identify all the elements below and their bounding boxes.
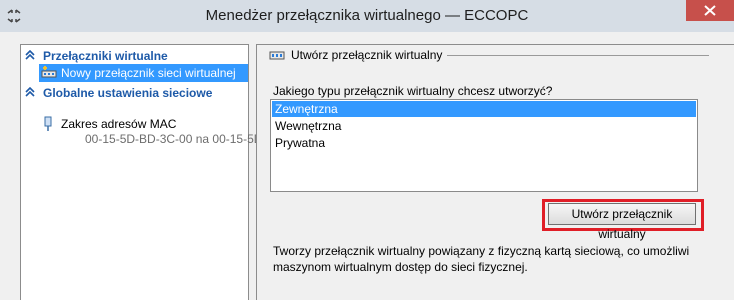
close-button[interactable]	[686, 0, 734, 21]
sidebar-item-mac-address-range[interactable]: Zakres adresów MAC	[39, 115, 248, 133]
section-header-virtual-switches[interactable]: Przełączniki wirtualne	[21, 48, 248, 64]
section-header-global-network-settings[interactable]: Globalne ustawienia sieciowe	[21, 85, 248, 101]
sidebar: Przełączniki wirtualne Nowy przełącznik …	[20, 44, 276, 300]
switch-type-listbox[interactable]: Zewnętrzna Wewnętrzna Prywatna	[270, 99, 698, 192]
create-virtual-switch-button[interactable]: Utwórz przełącznik wirtualny	[548, 203, 696, 241]
chevron-up-double-icon	[25, 50, 35, 60]
section-label: Globalne ustawienia sieciowe	[43, 86, 213, 100]
title-bar: Menedżer przełącznika wirtualnego — ECCO…	[0, 0, 734, 32]
sidebar-item-new-virtual-switch[interactable]: Nowy przełącznik sieci wirtualnej	[39, 64, 248, 82]
sidebar-item-label: Zakres adresów MAC	[61, 117, 177, 131]
list-item-internal[interactable]: Wewnętrzna	[272, 118, 696, 134]
virtual-switch-icon	[269, 51, 285, 60]
description-line: Tworzy przełącznik wirtualny powiązany z…	[273, 244, 690, 258]
new-virtual-switch-icon	[41, 66, 57, 78]
group-title: Utwórz przełącznik wirtualny	[291, 48, 443, 62]
switch-type-question: Jakiego typu przełącznik wirtualny chces…	[273, 84, 553, 98]
chevron-up-double-icon	[25, 87, 35, 97]
list-item-external[interactable]: Zewnętrzna	[272, 101, 696, 117]
close-icon	[704, 5, 716, 16]
mac-range-value: 00-15-5D-BD-3C-00 na 00-15-5D-...	[85, 132, 277, 146]
sidebar-item-label: Nowy przełącznik sieci wirtualnej	[61, 66, 236, 80]
description-line: maszynom wirtualnym dostęp do sieci fizy…	[273, 260, 528, 274]
list-item-label: Zewnętrzna	[275, 102, 338, 116]
list-item-label: Prywatna	[275, 136, 326, 150]
switch-type-description: Tworzy przełącznik wirtualny powiązany z…	[273, 243, 693, 275]
group-divider	[447, 55, 709, 56]
main-panel: Utwórz przełącznik wirtualny Jakiego typ…	[256, 44, 734, 300]
network-adapter-icon	[44, 116, 52, 131]
window-title: Menedżer przełącznika wirtualnego — ECCO…	[205, 7, 529, 24]
window-client-area: Przełączniki wirtualne Nowy przełącznik …	[0, 32, 734, 300]
list-item-label: Wewnętrzna	[275, 119, 342, 133]
section-label: Przełączniki wirtualne	[43, 49, 168, 63]
list-item-private[interactable]: Prywatna	[272, 135, 696, 151]
